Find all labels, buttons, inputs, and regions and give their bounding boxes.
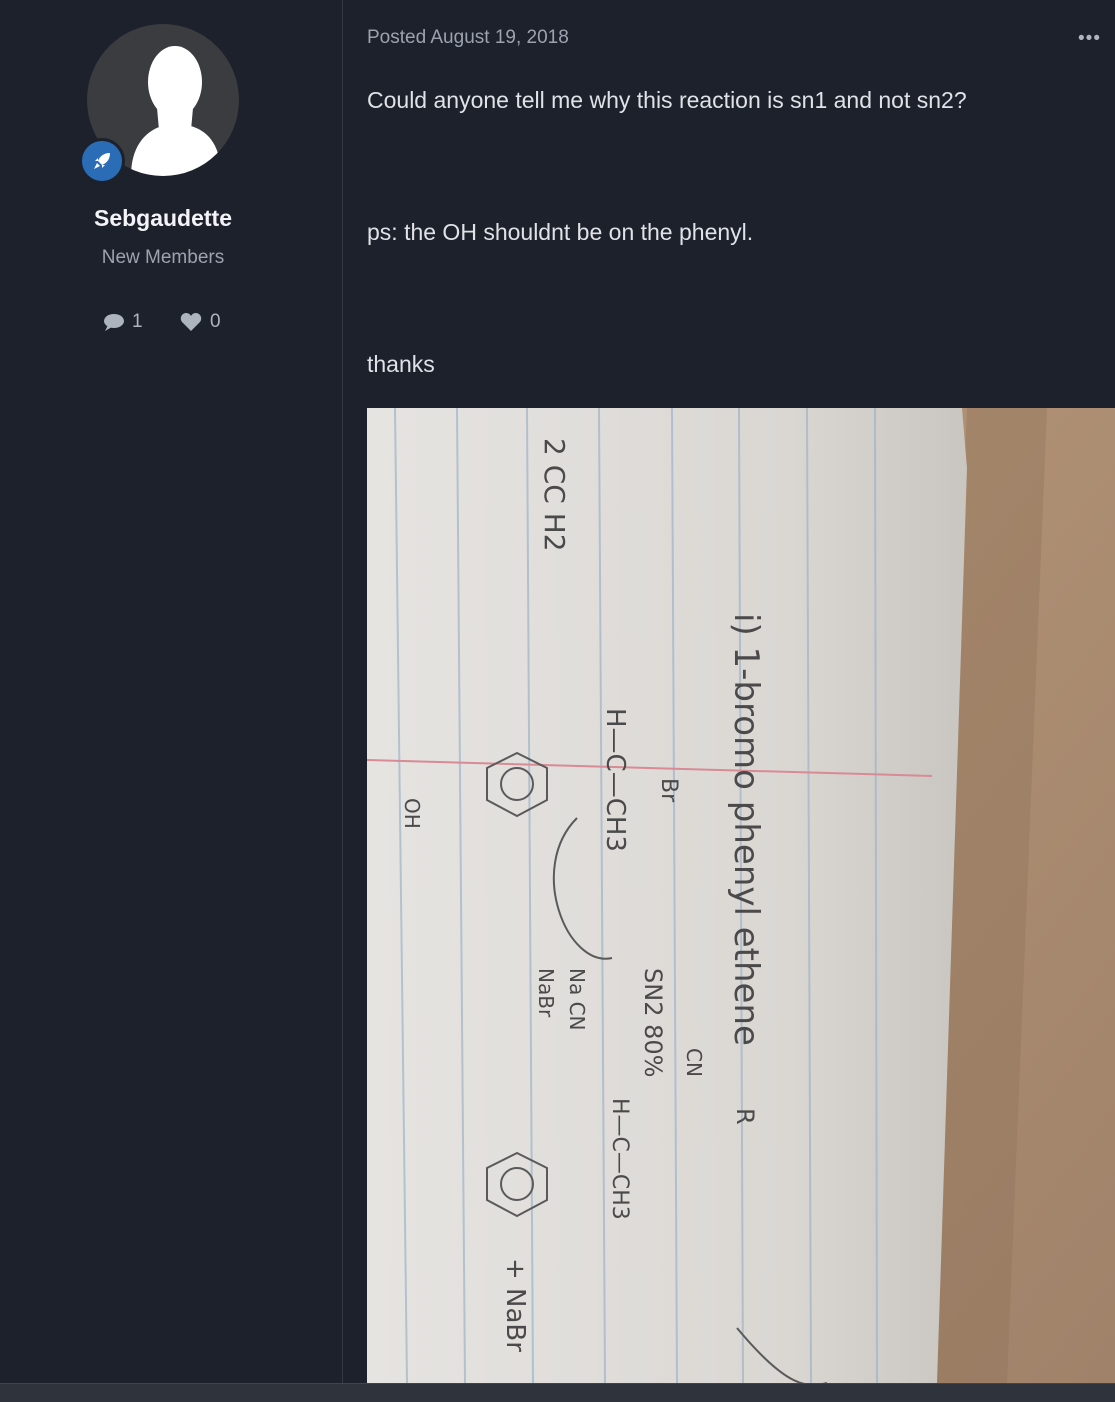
- rank-badge: [79, 138, 125, 184]
- svg-text:R: R: [731, 1108, 759, 1125]
- svg-text:2 CC H2: 2 CC H2: [538, 438, 571, 552]
- ellipsis-icon[interactable]: •••: [1078, 28, 1101, 50]
- svg-text:CN: CN: [682, 1048, 706, 1077]
- post-date[interactable]: Posted August 19, 2018: [367, 27, 569, 49]
- comment-icon: [104, 313, 124, 331]
- rocket-icon: [94, 153, 110, 169]
- svg-text:H—C—CH3: H—C—CH3: [607, 1098, 632, 1220]
- svg-text:H—C—CH3: H—C—CH3: [600, 708, 630, 852]
- svg-text:Br: Br: [656, 778, 681, 803]
- post-paragraph: Could anyone tell me why this reaction i…: [367, 87, 967, 113]
- post-count: 1: [103, 311, 143, 333]
- svg-text:Na CN: Na CN: [565, 968, 589, 1031]
- handwritten-notes-photo: i) 1-bromo phenyl ethene 2 CC H2 Br H—C—…: [367, 408, 1115, 1383]
- attached-image[interactable]: i) 1-bromo phenyl ethene 2 CC H2 Br H—C—…: [367, 408, 1115, 1383]
- svg-text:+ NaBr: + NaBr: [500, 1258, 530, 1352]
- post-paragraph: ps: the OH shouldnt be on the phenyl.: [367, 219, 754, 245]
- heart-icon: [180, 312, 202, 331]
- reputation-count: 0: [180, 311, 221, 333]
- author-stats: 1 0: [0, 311, 326, 335]
- svg-text:i) 1-bromo phenyl ethene: i) 1-bromo phenyl ethene: [726, 613, 766, 1046]
- svg-text:NaBr: NaBr: [534, 968, 558, 1018]
- post-count-value: 1: [132, 311, 143, 332]
- author-name[interactable]: Sebgaudette: [0, 205, 326, 232]
- post-paragraph: thanks: [367, 351, 435, 377]
- reputation-value: 0: [210, 311, 221, 332]
- svg-text:SN2 80%: SN2 80%: [639, 968, 667, 1077]
- bottom-toolbar: [0, 1383, 1115, 1402]
- svg-text:OH: OH: [400, 798, 424, 829]
- author-panel: Sebgaudette New Members 1 0: [0, 0, 343, 1383]
- author-group: New Members: [101, 247, 225, 268]
